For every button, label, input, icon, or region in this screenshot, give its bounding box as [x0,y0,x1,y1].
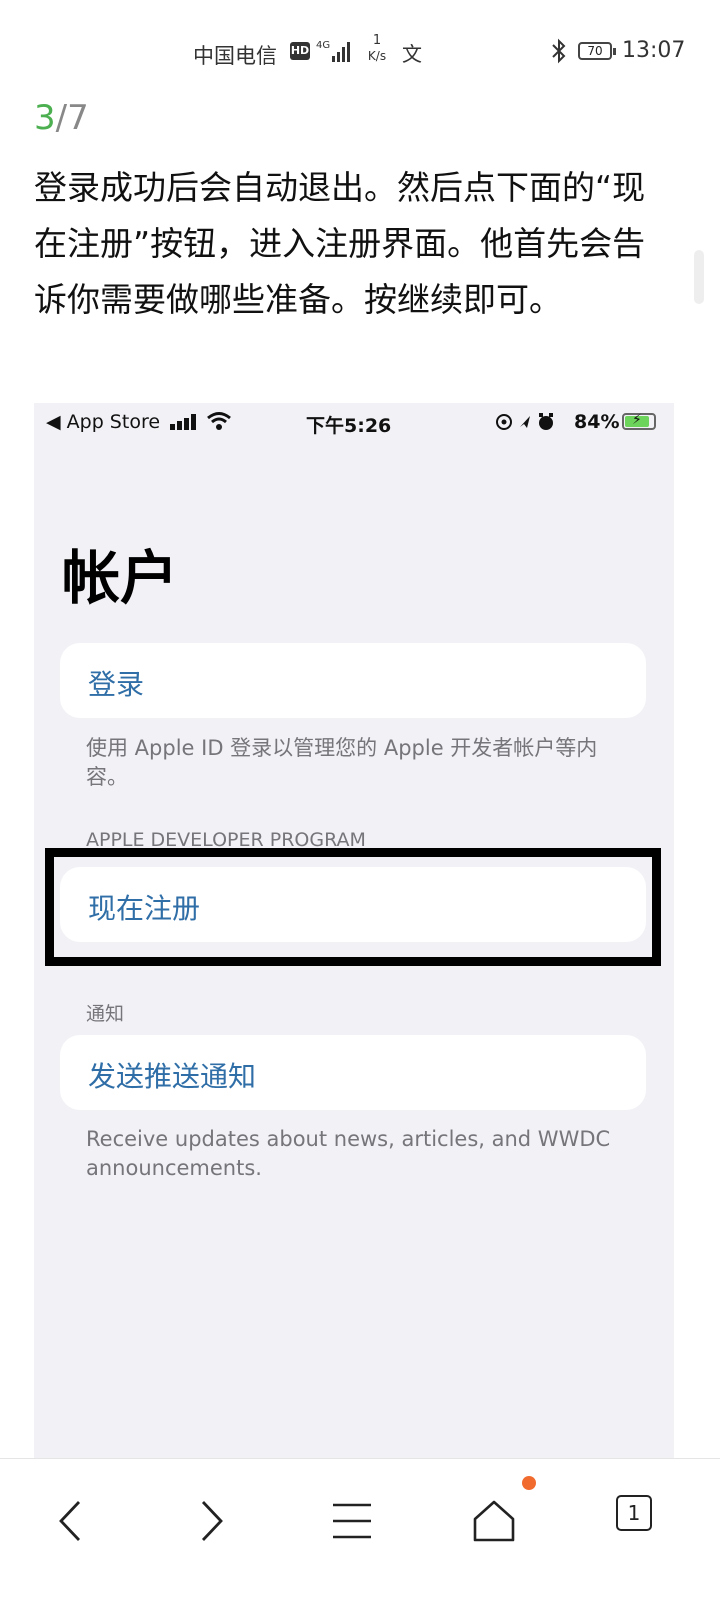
ios-back-label: ◀ App Store [46,411,161,433]
ios-status-bar: ◀ App Store 下午5:26 84% ⚡ [34,403,674,439]
ios-charging-icon: ⚡ [632,412,642,428]
home-button[interactable] [464,1491,524,1551]
signal-icon: 4G [316,40,350,62]
tabs-button[interactable]: 1 [616,1495,652,1531]
ios-battery-percent: 84% [574,411,620,433]
menu-button[interactable] [322,1491,382,1551]
page-counter: 3/7 [34,98,89,138]
chevron-left-icon [59,1501,81,1541]
home-icon [473,1500,515,1542]
chevron-right-icon [201,1501,223,1541]
ios-page-title: 帐户 [62,544,179,612]
push-footer: Receive updates about news, articles, an… [86,1127,611,1180]
ios-time: 下午5:26 [306,415,392,437]
back-button[interactable] [40,1491,100,1551]
sign-in-footer: 使用 Apple ID 登录以管理您的 Apple 开发者帐户等内容。 [86,736,598,789]
notification-dot [522,1476,536,1490]
app-notification-icon: 文 [402,42,422,66]
ios-signal-icon [170,414,196,430]
battery-level: 70 [587,44,603,58]
ios-wifi-icon [207,412,231,430]
carrier-name: 中国电信 [193,44,277,68]
network-speed: 1 K/s [362,34,392,64]
push-notification-label: 发送推送通知 [88,1060,257,1093]
page-total: /7 [55,98,89,138]
highlight-box [45,848,661,966]
speed-unit: K/s [367,49,387,63]
bluetooth-icon [552,38,566,64]
ios-battery-icon: ⚡ [622,412,656,430]
push-notification-cell[interactable]: 发送推送通知 [60,1035,646,1110]
menu-icon [333,1503,371,1539]
forward-button[interactable] [182,1491,242,1551]
scrollbar-thumb[interactable] [694,250,704,304]
ios-status-icons [496,413,553,430]
notify-section-header: 通知 [86,1003,125,1025]
clock: 13:07 [622,38,686,63]
sign-in-cell[interactable]: 登录 [60,643,646,718]
hd-badge: HD [290,42,310,60]
speed-value: 1 [372,33,382,48]
page-current: 3 [34,98,56,138]
step-description: 登录成功后会自动退出。然后点下面的“现在注册”按钮，进入注册界面。他首先会告诉你… [34,168,646,319]
status-bar: 中国电信 HD 4G 1 K/s 文 70 13:07 [0,0,720,100]
sign-in-label: 登录 [88,668,145,701]
battery-icon: 70 [578,42,616,60]
browser-toolbar [0,1458,720,1601]
net-type: 4G [316,40,330,51]
